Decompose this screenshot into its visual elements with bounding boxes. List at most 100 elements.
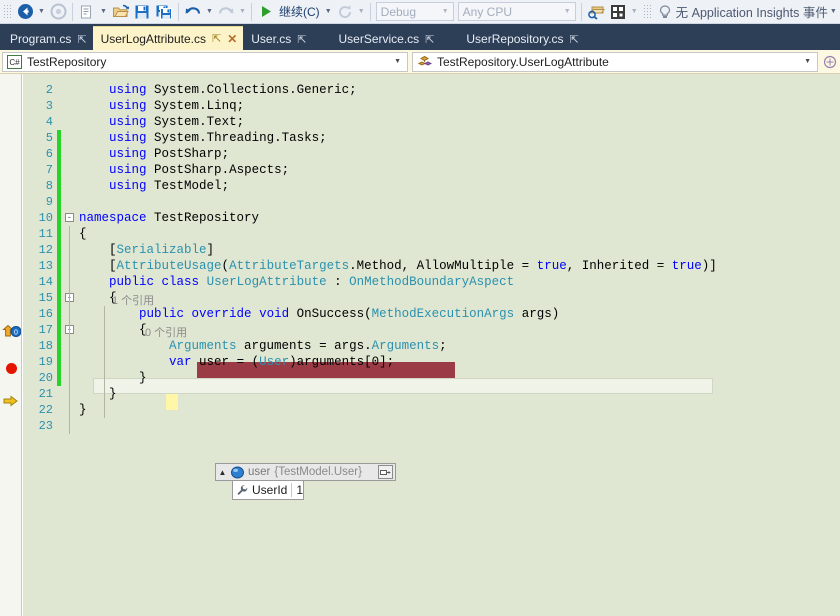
navigate-back-dropdown[interactable]: ▼ (36, 1, 47, 23)
code-text: } (79, 387, 117, 401)
tab-userrepository-cs[interactable]: UserRepository.cs ⇱ (458, 28, 584, 50)
continue-button[interactable] (255, 1, 277, 23)
code-surface[interactable]: 2 using System.Collections.Generic; 3 usi… (23, 74, 840, 616)
datatip-variable-name: user (248, 466, 271, 478)
toolbar-separator (72, 2, 73, 21)
tab-label: UserRepository.cs (466, 32, 564, 46)
datatip-child-value[interactable]: 1 (291, 483, 303, 497)
find-in-files-button[interactable] (585, 1, 607, 23)
codelens-reference-count[interactable]: 1 个引用 (112, 292, 154, 308)
pin-icon[interactable]: ⇱ (425, 33, 434, 46)
line-number: 18 (38, 339, 53, 353)
debugger-datatip[interactable]: ▲ user {TestModel.User} UserId 1 (215, 463, 396, 500)
code-text: { (79, 323, 147, 337)
outline-guide (69, 226, 70, 434)
member-dropdown[interactable]: TestRepository.UserLogAttribute ▼ (412, 51, 818, 72)
change-bar (57, 242, 61, 258)
code-text: public override void OnSuccess(MethodExe… (139, 307, 560, 321)
tab-program-cs[interactable]: Program.cs ⇱ (2, 28, 93, 50)
code-text: using PostSharp; (109, 147, 230, 161)
code-line: 3 using System.Linq; (23, 98, 840, 114)
undo-button[interactable] (182, 1, 204, 23)
redo-button[interactable] (215, 1, 237, 23)
codelens-reference-count[interactable]: 0 个引用 (145, 324, 187, 340)
tab-label: UserService.cs (338, 32, 420, 46)
code-line: 8 using TestModel; (23, 178, 840, 194)
open-file-button[interactable] (109, 1, 131, 23)
line-number: 14 (38, 275, 53, 289)
datatip-variable-value: {TestModel.User} (274, 466, 362, 478)
restart-dropdown[interactable]: ▼ (356, 1, 367, 23)
glyph-margin[interactable]: 0 (0, 74, 22, 616)
continue-label[interactable]: 继续(C) (277, 3, 323, 20)
navbar-expand-button[interactable] (820, 55, 840, 69)
navigate-back-button[interactable] (14, 1, 36, 23)
datatip-child-row[interactable]: UserId 1 (232, 481, 304, 500)
new-item-dropdown[interactable]: ▼ (98, 1, 109, 23)
pin-icon[interactable]: ⇱ (297, 33, 306, 46)
toolbar-grip[interactable] (642, 3, 652, 20)
code-text: { (79, 227, 87, 241)
project-dropdown[interactable]: C# TestRepository ▼ (2, 51, 408, 72)
code-line: 13 [AttributeUsage(AttributeTargets.Meth… (23, 258, 840, 274)
save-all-button[interactable] (153, 1, 175, 23)
change-bar (57, 178, 61, 194)
object-bubble-icon (231, 466, 244, 479)
change-bar (57, 258, 61, 274)
tab-userlogattribute-cs[interactable]: UserLogAttribute.cs ⇱ ✕ (92, 26, 244, 50)
new-item-button[interactable] (76, 1, 98, 23)
code-line: 20 } (23, 370, 840, 386)
pin-icon[interactable]: ⇱ (212, 32, 221, 45)
save-button[interactable] (131, 1, 153, 23)
pin-to-source-icon[interactable] (378, 465, 393, 479)
svg-text:C#: C# (9, 58, 20, 67)
code-text: var user = (User)arguments[0]; (169, 355, 395, 369)
close-icon[interactable]: ✕ (227, 32, 237, 46)
code-text: Arguments arguments = args.Arguments; (169, 339, 447, 353)
code-text: public class UserLogAttribute : OnMethod… (109, 275, 515, 289)
datatip-root-row[interactable]: ▲ user {TestModel.User} (215, 463, 396, 481)
change-bar (57, 338, 61, 354)
line-number: 23 (38, 419, 53, 433)
change-bar (57, 194, 61, 210)
code-line: 23 (23, 418, 840, 434)
navigate-forward-button[interactable] (47, 1, 69, 23)
line-number: 17 (38, 323, 53, 337)
expander-icon[interactable]: ▲ (218, 468, 227, 477)
app-insights-label[interactable]: 无 Application Insights 事件 (676, 2, 828, 21)
change-bar (57, 130, 61, 146)
app-insights-dropdown[interactable]: ▼ (828, 1, 839, 23)
code-line: 10 - namespace TestRepository (23, 210, 840, 226)
solution-platform-value: Any CPU (462, 4, 513, 19)
code-line: 4 using System.Text; (23, 114, 840, 130)
code-editor[interactable]: 0 2 using System.Collections.Generic; 3 u… (0, 74, 840, 616)
restart-button[interactable] (334, 1, 356, 23)
code-text: using System.Collections.Generic; (109, 83, 357, 97)
breakpoint-icon[interactable] (2, 360, 20, 376)
svg-text:0: 0 (14, 330, 18, 337)
redo-dropdown[interactable]: ▼ (237, 1, 248, 23)
solution-platform-combo[interactable]: Any CPU ▼ (457, 2, 576, 21)
toolbar-overflow-button[interactable]: ▼ (629, 1, 640, 23)
tab-label: Program.cs (10, 32, 72, 46)
line-number: 9 (45, 195, 53, 209)
line-number: 11 (38, 227, 53, 241)
override-indicator-icon[interactable]: 0 (2, 324, 21, 340)
continue-dropdown[interactable]: ▼ (323, 1, 334, 23)
tab-user-cs[interactable]: User.cs ⇱ (243, 28, 312, 50)
code-text: using System.Threading.Tasks; (109, 131, 327, 145)
outline-collapse-icon[interactable]: - (65, 213, 74, 223)
tab-userservice-cs[interactable]: UserService.cs ⇱ (330, 28, 440, 50)
solution-configuration-combo[interactable]: Debug ▼ (375, 2, 454, 21)
current-statement-arrow-icon[interactable] (2, 394, 20, 410)
line-number: 3 (45, 99, 53, 113)
preview-selected-items-button[interactable] (607, 1, 629, 23)
change-bar (57, 370, 61, 386)
pin-icon[interactable]: ⇱ (77, 33, 86, 46)
line-number: 7 (45, 163, 53, 177)
code-line: 6 using PostSharp; (23, 146, 840, 162)
member-dropdown-value: TestRepository.UserLogAttribute (437, 54, 609, 69)
pin-icon[interactable]: ⇱ (570, 33, 579, 46)
undo-dropdown[interactable]: ▼ (204, 1, 215, 23)
toolbar-grip[interactable] (3, 3, 12, 20)
